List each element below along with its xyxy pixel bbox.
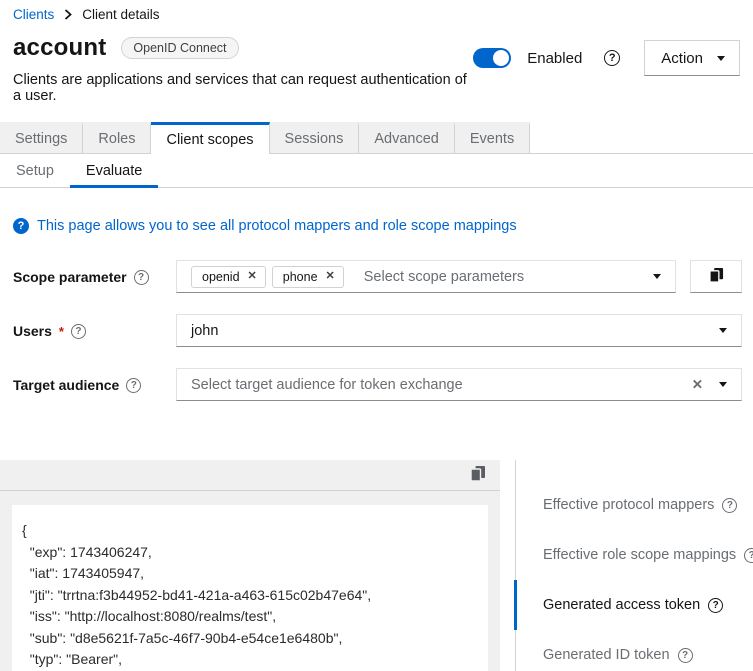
result-section: { "exp": 1743406247, "iat": 1743405947, …	[0, 460, 753, 671]
chevron-down-icon	[719, 328, 727, 333]
tab-effective-protocol-mappers[interactable]: Effective protocol mappers ?	[514, 480, 753, 530]
target-audience-label: Target audience	[13, 377, 119, 393]
code-line: "sub": "d8e5621f-7a5c-46f7-90b4-e54ce1e6…	[22, 628, 488, 650]
tab-generated-access-token[interactable]: Generated access token ?	[514, 580, 753, 630]
action-dropdown-label: Action	[661, 50, 703, 67]
tab-events[interactable]: Events	[455, 122, 530, 153]
sub-tabs: Setup Evaluate	[0, 154, 753, 188]
help-icon[interactable]: ?	[678, 648, 693, 663]
users-select[interactable]: john	[176, 314, 742, 347]
tab-generated-id-token[interactable]: Generated ID token ?	[514, 630, 753, 671]
scope-parameter-input[interactable]: openid ✕ phone ✕ Select scope parameters	[176, 260, 676, 293]
users-value: john	[191, 323, 218, 339]
result-tabs: Effective protocol mappers ? Effective r…	[515, 460, 753, 671]
users-help-icon[interactable]: ?	[71, 324, 86, 339]
tab-effective-role-scope-mappings[interactable]: Effective role scope mappings ?	[514, 530, 753, 580]
page-header: account OpenID Connect Clients are appli…	[0, 22, 753, 104]
token-viewer-toolbar	[0, 460, 500, 491]
target-audience-row: Target audience ? Select target audience…	[13, 368, 742, 401]
chip-label: phone	[283, 270, 318, 284]
tab-roles[interactable]: Roles	[83, 122, 151, 153]
evaluate-form: Scope parameter ? openid ✕ phone ✕	[0, 234, 753, 401]
toggle-knob	[493, 50, 509, 66]
enabled-label: Enabled	[527, 50, 582, 67]
copy-icon	[709, 267, 724, 286]
info-alert: ? This page allows you to see all protoc…	[0, 188, 753, 234]
chip-remove-icon[interactable]: ✕	[326, 271, 335, 282]
breadcrumb-separator-icon	[64, 9, 72, 20]
chip-remove-icon[interactable]: ✕	[248, 271, 257, 282]
page-title: account	[13, 34, 106, 62]
code-line: "typ": "Bearer",	[22, 649, 488, 671]
target-audience-help-icon[interactable]: ?	[126, 378, 141, 393]
breadcrumb: Clients Client details	[0, 0, 753, 22]
main-tabs: Settings Roles Client scopes Sessions Ad…	[0, 122, 753, 154]
users-label: Users	[13, 323, 52, 339]
chip-label: openid	[202, 270, 240, 284]
code-line: "iss": "http://localhost:8080/realms/tes…	[22, 606, 488, 628]
users-row: Users * ? john	[13, 314, 742, 347]
tab-client-scopes[interactable]: Client scopes	[151, 122, 269, 154]
required-asterisk: *	[59, 324, 64, 339]
protocol-badge: OpenID Connect	[121, 37, 238, 59]
code-line: "exp": 1743406247,	[22, 542, 488, 564]
copy-token-button[interactable]	[468, 463, 488, 487]
help-icon[interactable]: ?	[744, 548, 753, 563]
code-line: "jti": "trrtna:f3b44952-bd41-421a-a463-6…	[22, 585, 488, 607]
client-description: Clients are applications and services th…	[13, 72, 473, 104]
breadcrumb-link-clients[interactable]: Clients	[13, 7, 54, 22]
scope-parameter-row: Scope parameter ? openid ✕ phone ✕	[13, 260, 742, 293]
scope-chip-openid: openid ✕	[191, 266, 266, 288]
scope-chip-phone: phone ✕	[272, 266, 344, 288]
tab-label: Generated ID token	[543, 647, 670, 663]
scope-parameter-placeholder: Select scope parameters	[364, 269, 524, 285]
code-line: "iat": 1743405947,	[22, 563, 488, 585]
chevron-down-icon	[717, 56, 725, 61]
chevron-down-icon	[719, 382, 727, 387]
help-icon[interactable]: ?	[708, 598, 723, 613]
tab-setup[interactable]: Setup	[0, 154, 70, 188]
tab-label: Generated access token	[543, 597, 700, 613]
chevron-down-icon	[653, 274, 661, 279]
token-editor[interactable]: { "exp": 1743406247, "iat": 1743405947, …	[0, 491, 500, 671]
target-audience-input[interactable]: Select target audience for token exchang…	[176, 368, 742, 401]
info-alert-text: This page allows you to see all protocol…	[37, 218, 517, 234]
scope-parameter-help-icon[interactable]: ?	[134, 270, 149, 285]
tab-advanced[interactable]: Advanced	[359, 122, 455, 153]
clear-icon[interactable]: ✕	[692, 378, 703, 392]
copy-icon	[470, 465, 486, 485]
tab-sessions[interactable]: Sessions	[270, 122, 360, 153]
help-icon[interactable]: ?	[722, 498, 737, 513]
tab-label: Effective role scope mappings	[543, 547, 736, 563]
token-json: { "exp": 1743406247, "iat": 1743405947, …	[12, 505, 488, 671]
code-line: {	[22, 520, 488, 542]
breadcrumb-current: Client details	[82, 7, 159, 22]
enabled-help-icon[interactable]: ?	[604, 50, 620, 66]
enabled-toggle[interactable]	[473, 48, 511, 68]
tab-label: Effective protocol mappers	[543, 497, 714, 513]
help-icon: ?	[13, 218, 29, 234]
client-details-page: Clients Client details account OpenID Co…	[0, 0, 753, 671]
copy-scope-button[interactable]	[690, 260, 742, 293]
tab-settings[interactable]: Settings	[0, 122, 83, 153]
target-audience-placeholder: Select target audience for token exchang…	[191, 377, 463, 393]
action-dropdown[interactable]: Action	[644, 40, 740, 76]
token-viewer: { "exp": 1743406247, "iat": 1743405947, …	[0, 460, 500, 671]
scope-parameter-label: Scope parameter	[13, 269, 127, 285]
tab-evaluate[interactable]: Evaluate	[70, 154, 158, 188]
